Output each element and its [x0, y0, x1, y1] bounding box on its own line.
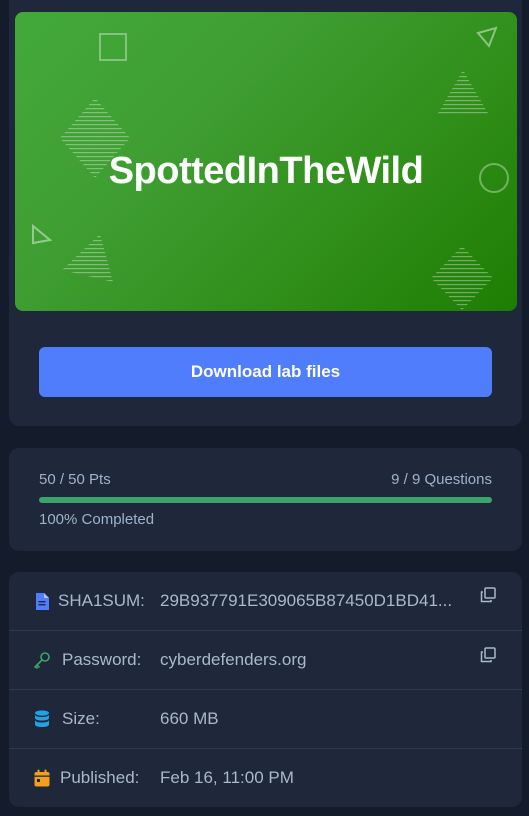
- progress-bar-fill: [39, 497, 492, 503]
- password-value: cyberdefenders.org: [160, 650, 307, 669]
- size-label: Size:: [62, 709, 100, 728]
- published-value: Feb 16, 11:00 PM: [160, 768, 294, 787]
- copy-password-icon[interactable]: [480, 647, 496, 663]
- key-icon: [33, 651, 51, 669]
- lab-card: SpottedInTheWild Download lab files: [9, 0, 522, 426]
- size-row: Size: 660 MB: [9, 690, 522, 748]
- published-row: Published: Feb 16, 11:00 PM: [9, 749, 522, 807]
- lab-banner: SpottedInTheWild: [15, 12, 517, 311]
- copy-sha1-icon[interactable]: [480, 587, 496, 603]
- database-icon: [33, 710, 51, 728]
- lab-title: SpottedInTheWild: [108, 150, 424, 192]
- sha1-value: 29B937791E309065B87450D1BD41...: [160, 591, 453, 610]
- calendar-icon: [33, 769, 51, 787]
- published-label: Published:: [60, 768, 140, 787]
- download-lab-files-button[interactable]: Download lab files: [39, 347, 492, 397]
- password-row: Password: cyberdefenders.org: [9, 631, 522, 689]
- password-label: Password:: [62, 650, 142, 669]
- progress-card: 50 / 50 Pts 9 / 9 Questions 100% Complet…: [9, 448, 522, 551]
- progress-bar: [39, 497, 492, 503]
- questions-label: 9 / 9 Questions: [391, 471, 492, 488]
- document-icon: [33, 592, 51, 610]
- completed-label: 100% Completed: [39, 511, 155, 528]
- sha1-label: SHA1SUM:: [58, 591, 145, 610]
- lab-info-card: SHA1SUM: 29B937791E309065B87450D1BD41...…: [9, 572, 522, 807]
- size-value: 660 MB: [160, 709, 219, 728]
- sha1-row: SHA1SUM: 29B937791E309065B87450D1BD41...: [9, 572, 522, 630]
